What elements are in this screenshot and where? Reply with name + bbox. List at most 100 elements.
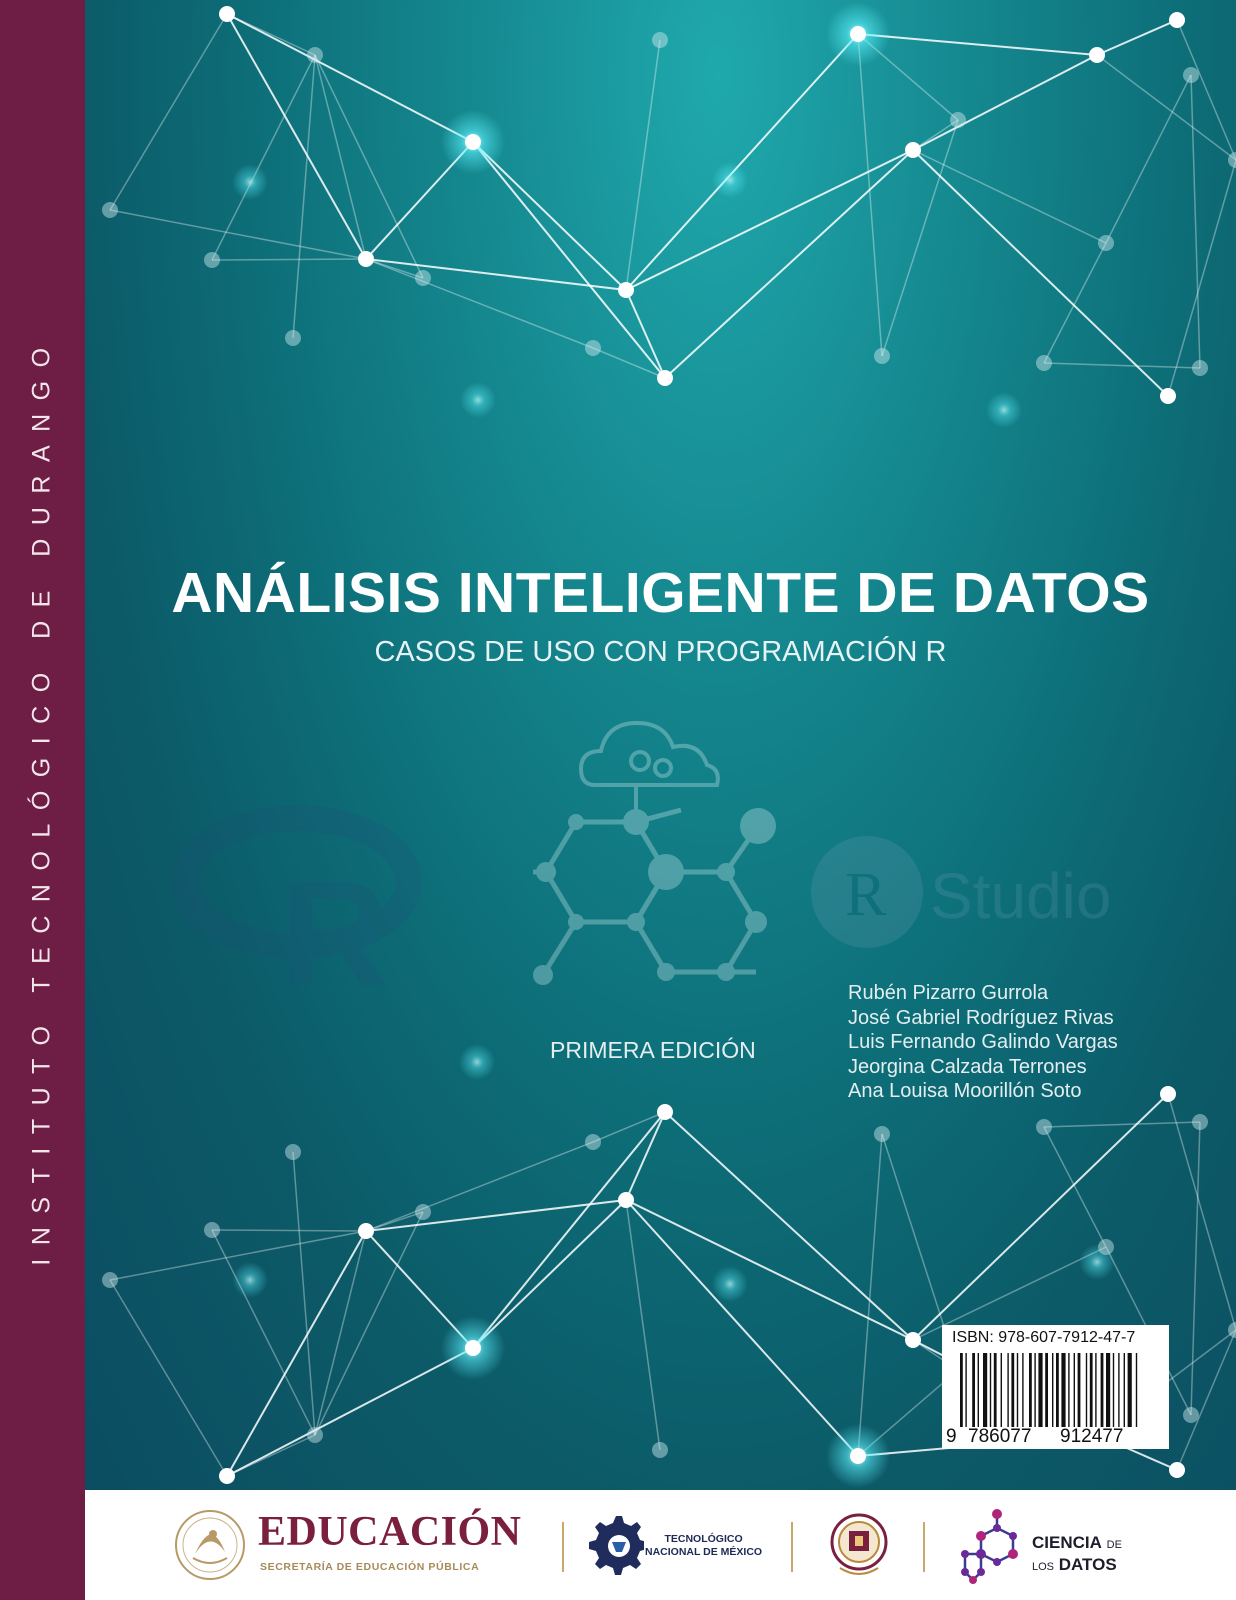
network-edge: [1043, 1126, 1107, 1248]
network-node: [874, 348, 890, 364]
author-name: José Gabriel Rodríguez Rivas: [848, 1006, 1114, 1029]
network-node: [1098, 1239, 1114, 1255]
network-node: [1160, 1086, 1176, 1102]
network-glow: [712, 162, 748, 198]
ciencia-datos-molecule-icon: [961, 1509, 1018, 1584]
author-name: Ana Louisa Moorillón Soto: [848, 1080, 1082, 1102]
barcode-bar: [1085, 1353, 1088, 1427]
network-edge: [1043, 242, 1107, 364]
barcode-bar: [960, 1353, 963, 1427]
barcode-bar: [1029, 1353, 1032, 1427]
author-list: Rubén Pizarro Gurrola José Gabriel Rodrí…: [848, 981, 1118, 1104]
network-edge: [1190, 74, 1201, 369]
cd-word: LOS: [1032, 1561, 1055, 1573]
barcode-bar: [1118, 1353, 1120, 1427]
divider: [791, 1522, 793, 1572]
network-edge: [625, 149, 914, 291]
network-edge: [109, 209, 367, 260]
network-edge: [109, 1279, 228, 1477]
barcode-bar: [1135, 1353, 1138, 1427]
network-node: [618, 1192, 634, 1208]
spine-title: INSTITUTO TECNOLÓGICO DE DURANGO: [27, 334, 56, 1266]
book-title: ANÁLISIS INTELIGENTE DE DATOS: [171, 561, 1150, 625]
network-node: [102, 202, 118, 218]
network-edge: [314, 1230, 367, 1436]
network-node: [415, 1204, 431, 1220]
barcode-bar: [1000, 1353, 1002, 1427]
network-edge: [1096, 19, 1178, 56]
edition-label: PRIMERA EDICIÓN: [550, 1037, 756, 1063]
network-edge: [625, 1199, 859, 1457]
network-glow: [986, 392, 1022, 428]
barcode-bar: [983, 1353, 988, 1427]
network-edge: [211, 54, 316, 261]
isbn-barcode-box: ISBN: 978-607-7912-47-7 9 786077 912477: [942, 1325, 1169, 1449]
network-node: [1036, 1119, 1052, 1135]
isbn-digit-group: 9: [946, 1426, 957, 1447]
network-background: R R Studio: [102, 2, 1236, 1488]
network-edge: [625, 33, 859, 291]
svg-text:R: R: [845, 861, 887, 929]
divider: [562, 1522, 564, 1572]
barcode-bar: [1034, 1353, 1036, 1427]
barcode-bar: [977, 1353, 979, 1427]
network-edge: [292, 1151, 316, 1436]
network-node: [307, 1427, 323, 1443]
r-logo-icon: R: [172, 805, 422, 1017]
cd-word: DE: [1106, 1539, 1122, 1551]
network-node: [285, 330, 301, 346]
network-node: [850, 1448, 866, 1464]
network-node: [950, 112, 966, 128]
network-node: [1036, 355, 1052, 371]
barcode-bar: [965, 1353, 967, 1427]
front-cover: R R Studio ANÁLISIS INTELIGENTE DE DATOS…: [85, 0, 1236, 1490]
barcode-bar: [1011, 1353, 1015, 1427]
network-node: [1183, 1407, 1199, 1423]
publisher-footer: EDUCACIÓN SECRETARÍA DE EDUCACIÓN PÚBLIC…: [85, 1490, 1236, 1600]
network-edge: [472, 141, 666, 379]
network-node: [102, 1272, 118, 1288]
network-node: [1192, 1114, 1208, 1130]
barcode-bar: [1095, 1353, 1097, 1427]
svg-text:Studio: Studio: [930, 860, 1111, 932]
network-node: [1192, 360, 1208, 376]
barcode-bar: [1056, 1353, 1059, 1427]
ciencia-datos-logo-text: CIENCIA DE LOS DATOS: [1032, 1533, 1122, 1577]
network-node: [652, 32, 668, 48]
isbn-digit-group: 786077: [968, 1426, 1032, 1447]
network-node: [905, 1332, 921, 1348]
isbn-digit-group: 912477: [1060, 1426, 1124, 1447]
barcode-bar: [1045, 1353, 1048, 1427]
network-edge: [314, 54, 367, 260]
network-node: [652, 1442, 668, 1458]
network-edge: [472, 1111, 666, 1349]
tecnm-gear-icon: [589, 1516, 644, 1575]
educacion-subtitle: SECRETARÍA DE EDUCACIÓN PÚBLICA: [260, 1561, 480, 1573]
network-node: [585, 340, 601, 356]
network-edge: [292, 54, 316, 339]
network-node: [1160, 388, 1176, 404]
network-edge: [912, 149, 1107, 244]
cd-word: DATOS: [1058, 1555, 1117, 1574]
network-edge: [1096, 54, 1236, 161]
educacion-logo-text: EDUCACIÓN: [258, 1509, 522, 1555]
tecnm-line: TECNOLÓGICO: [664, 1533, 743, 1545]
network-glow: [712, 1266, 748, 1302]
network-edge: [1176, 1329, 1236, 1471]
svg-text:R: R: [280, 849, 388, 1017]
network-edge: [857, 1133, 883, 1457]
author-name: Jeorgina Calzada Terrones: [848, 1055, 1087, 1078]
network-edge: [1176, 19, 1236, 161]
author-name: Rubén Pizarro Gurrola: [848, 982, 1049, 1004]
itd-shield-icon: [830, 1513, 888, 1575]
network-edge: [109, 13, 228, 211]
spine: INSTITUTO TECNOLÓGICO DE DURANGO: [0, 0, 85, 1600]
barcode-bar: [989, 1353, 992, 1427]
barcode-bar: [1112, 1353, 1115, 1427]
mexico-coat-of-arms-icon: [175, 1510, 245, 1580]
book-subtitle: CASOS DE USO CON PROGRAMACIÓN R: [374, 636, 947, 668]
network-node: [657, 1104, 673, 1120]
network-node: [618, 282, 634, 298]
barcode-bar: [1123, 1353, 1125, 1427]
network-glow: [232, 164, 268, 200]
